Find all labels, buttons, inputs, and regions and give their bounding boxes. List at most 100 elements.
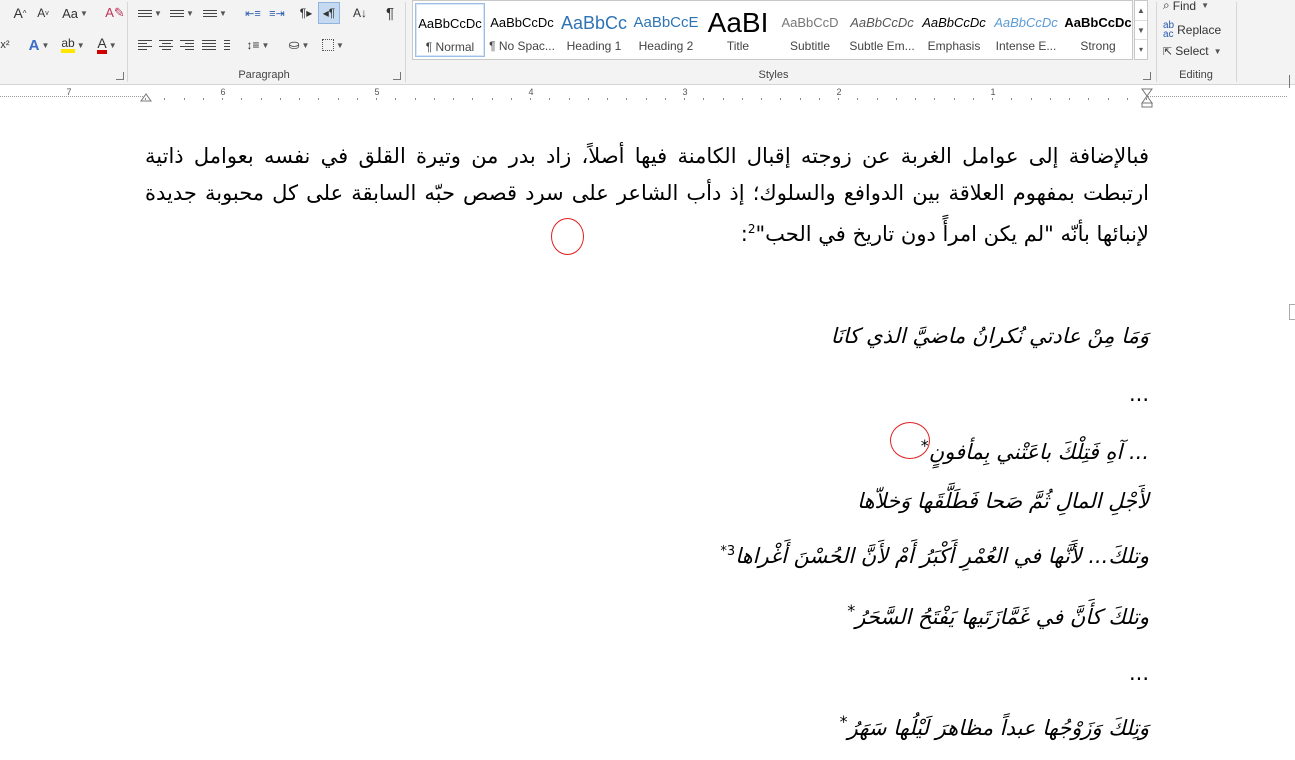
- chevron-down-icon: ▼: [1137, 25, 1145, 35]
- style-sample: AaBbCcDc: [490, 15, 554, 30]
- shrink-font-button[interactable]: Av: [33, 2, 53, 24]
- style-subtitle[interactable]: AaBbCcD Subtitle: [775, 3, 845, 57]
- verse-ellipsis[interactable]: ...: [1129, 661, 1149, 685]
- verse-ellipsis[interactable]: ...: [1129, 382, 1149, 406]
- right-indent-marker[interactable]: [1140, 88, 1154, 108]
- font-color-button[interactable]: A ▼: [92, 34, 122, 56]
- left-indent-marker[interactable]: [140, 92, 152, 102]
- ruler-number: 6: [220, 87, 226, 97]
- borders-button[interactable]: ▼: [318, 34, 348, 56]
- numbering-button[interactable]: ▼: [168, 2, 196, 24]
- increase-indent-button[interactable]: ≡⇥: [266, 2, 288, 24]
- verse-line[interactable]: وَمَا مِنْ عادتي نُكرانُ ماضيَّ الذي كان…: [831, 324, 1149, 348]
- find-label: Find: [1172, 0, 1197, 13]
- ruler-margin-right: [1147, 96, 1287, 97]
- change-case-button[interactable]: Aa ▼: [60, 2, 90, 24]
- find-button[interactable]: ⌕ Find ▼: [1163, 0, 1209, 13]
- ruler-tick: [915, 98, 916, 100]
- decrease-indent-icon: ⇤≡: [245, 7, 261, 20]
- styles-dialog-launcher[interactable]: [1143, 72, 1151, 80]
- ruler-tick: [549, 98, 550, 100]
- ruler-tick: [164, 98, 165, 100]
- scrollbar-edge[interactable]: [1289, 304, 1295, 320]
- select-button[interactable]: ⇱ Select ▼: [1163, 44, 1222, 58]
- ruler-tick: [877, 98, 878, 100]
- borders-icon: [322, 39, 335, 51]
- ruler-tick: [415, 98, 416, 100]
- ruler-tick: [203, 98, 204, 100]
- show-formatting-button[interactable]: ¶: [380, 2, 400, 24]
- style-emphasis[interactable]: AaBbCcDc Emphasis: [919, 3, 989, 57]
- verse-line[interactable]: وتلكَ كأَنَّ في غَمَّازَتَيها يَفْتَحُ ا…: [847, 601, 1149, 629]
- align-left-button[interactable]: [136, 34, 154, 56]
- ruler-number: 2: [836, 87, 842, 97]
- ruler-number: 4: [528, 87, 534, 97]
- multilevel-list-button[interactable]: ▼: [200, 2, 230, 24]
- superscript-button[interactable]: x²: [0, 34, 12, 56]
- style-heading-2[interactable]: AaBbCcE Heading 2: [631, 3, 701, 57]
- paint-bucket-icon: ⛀: [288, 37, 300, 52]
- style-subtle-emphasis[interactable]: AaBbCcDc Subtle Em...: [847, 3, 917, 57]
- justify-button[interactable]: [200, 34, 218, 56]
- ltr-paragraph-icon: ¶▸: [299, 6, 313, 20]
- style-normal[interactable]: AaBbCcDc ¶ Normal: [415, 3, 485, 57]
- superscript-label: x²: [0, 39, 10, 51]
- style-name: Emphasis: [927, 39, 981, 53]
- shading-button[interactable]: ⛀ ▼: [284, 34, 314, 56]
- style-heading-1[interactable]: AaBbCc Heading 1: [559, 3, 629, 57]
- replace-label: Replace: [1177, 23, 1222, 37]
- rtl-direction-button[interactable]: ◂¶: [318, 2, 340, 24]
- paragraph-text: فبالإضافة إلى عوامل الغربة عن زوجته إقبا…: [145, 144, 1149, 246]
- text-effects-button[interactable]: A ▼: [26, 34, 52, 56]
- ruler-tick: [607, 98, 608, 100]
- ruler-tick: [1031, 98, 1032, 100]
- change-case-label: Aa: [62, 5, 78, 21]
- distributed-button[interactable]: [222, 34, 232, 56]
- style-intense-emphasis[interactable]: AaBbCcDc Intense E...: [991, 3, 1061, 57]
- verse-text: لأَجْلِ المالِ ثُمَّ صَحا فَطَلَّقَها وَ…: [857, 489, 1149, 513]
- paragraph-end-colon: :: [740, 222, 748, 246]
- style-strong[interactable]: AaBbCcDc Strong: [1063, 3, 1133, 57]
- line-spacing-button[interactable]: ↕≡ ▼: [244, 34, 272, 56]
- clear-formatting-button[interactable]: A✎: [104, 2, 126, 24]
- paragraph-dialog-launcher[interactable]: [393, 72, 401, 80]
- ltr-direction-button[interactable]: ¶▸: [296, 2, 316, 24]
- ruler-number: 1: [990, 87, 996, 97]
- body-paragraph[interactable]: فبالإضافة إلى عوامل الغربة عن زوجته إقبا…: [145, 138, 1149, 253]
- horizontal-ruler[interactable]: 7 6 5 4 3 2 1: [0, 87, 1295, 108]
- multilevel-list-icon: [203, 9, 218, 17]
- line-spacing-icon: ↕≡: [246, 38, 260, 52]
- ruler-tick: [761, 98, 762, 100]
- ruler-tick: [1050, 98, 1051, 100]
- ruler-tick: [1069, 98, 1070, 100]
- gallery-more-button[interactable]: ▾: [1135, 40, 1147, 59]
- highlight-color-button[interactable]: ab ▼: [56, 34, 90, 56]
- sort-button[interactable]: A↓: [350, 2, 370, 24]
- gallery-down-button[interactable]: ▼: [1135, 21, 1147, 41]
- bullets-button[interactable]: ▼: [136, 2, 164, 24]
- distributed-icon: [224, 40, 230, 50]
- verse-line[interactable]: لأَجْلِ المالِ ثُمَّ صَحا فَطَلَّقَها وَ…: [857, 489, 1149, 513]
- verse-text: وَمَا مِنْ عادتي نُكرانُ ماضيَّ الذي كان…: [830, 324, 1149, 348]
- document-page[interactable]: فبالإضافة إلى عوامل الغربة عن زوجته إقبا…: [0, 108, 1295, 760]
- verse-line[interactable]: ... آهِ فَتِلْكَ باعَتْني بِمأفونٍ*: [921, 436, 1149, 464]
- align-center-button[interactable]: [157, 34, 175, 56]
- style-no-spacing[interactable]: AaBbCcDc ¶ No Spac...: [487, 3, 557, 57]
- verse-line[interactable]: وَتِلكَ وَزَوْجُها عبداً مظاهرَ لَيْلُها…: [840, 712, 1149, 740]
- gallery-up-button[interactable]: ▲: [1135, 1, 1147, 21]
- select-cursor-icon: ⇱: [1163, 45, 1173, 58]
- ruler-tick: [973, 98, 974, 100]
- pilcrow-icon: ¶: [385, 4, 395, 22]
- increase-indent-icon: ≡⇥: [269, 7, 285, 20]
- grow-font-button[interactable]: A ^: [10, 2, 30, 24]
- ruler-tick: [1088, 98, 1089, 100]
- verse-line[interactable]: وتلكَ... لأَنَّها في العُمْرِ أَكْبَرُ أ…: [720, 544, 1149, 568]
- style-title[interactable]: AaBI Title: [703, 3, 773, 57]
- ruler-tick: [434, 98, 435, 100]
- decrease-indent-button[interactable]: ⇤≡: [242, 2, 264, 24]
- font-dialog-launcher[interactable]: [116, 72, 124, 80]
- style-sample: AaBbCcD: [781, 15, 839, 30]
- ruler-tick: [299, 98, 300, 100]
- align-right-button[interactable]: [178, 34, 196, 56]
- replace-button[interactable]: ab ac Replace: [1163, 21, 1222, 40]
